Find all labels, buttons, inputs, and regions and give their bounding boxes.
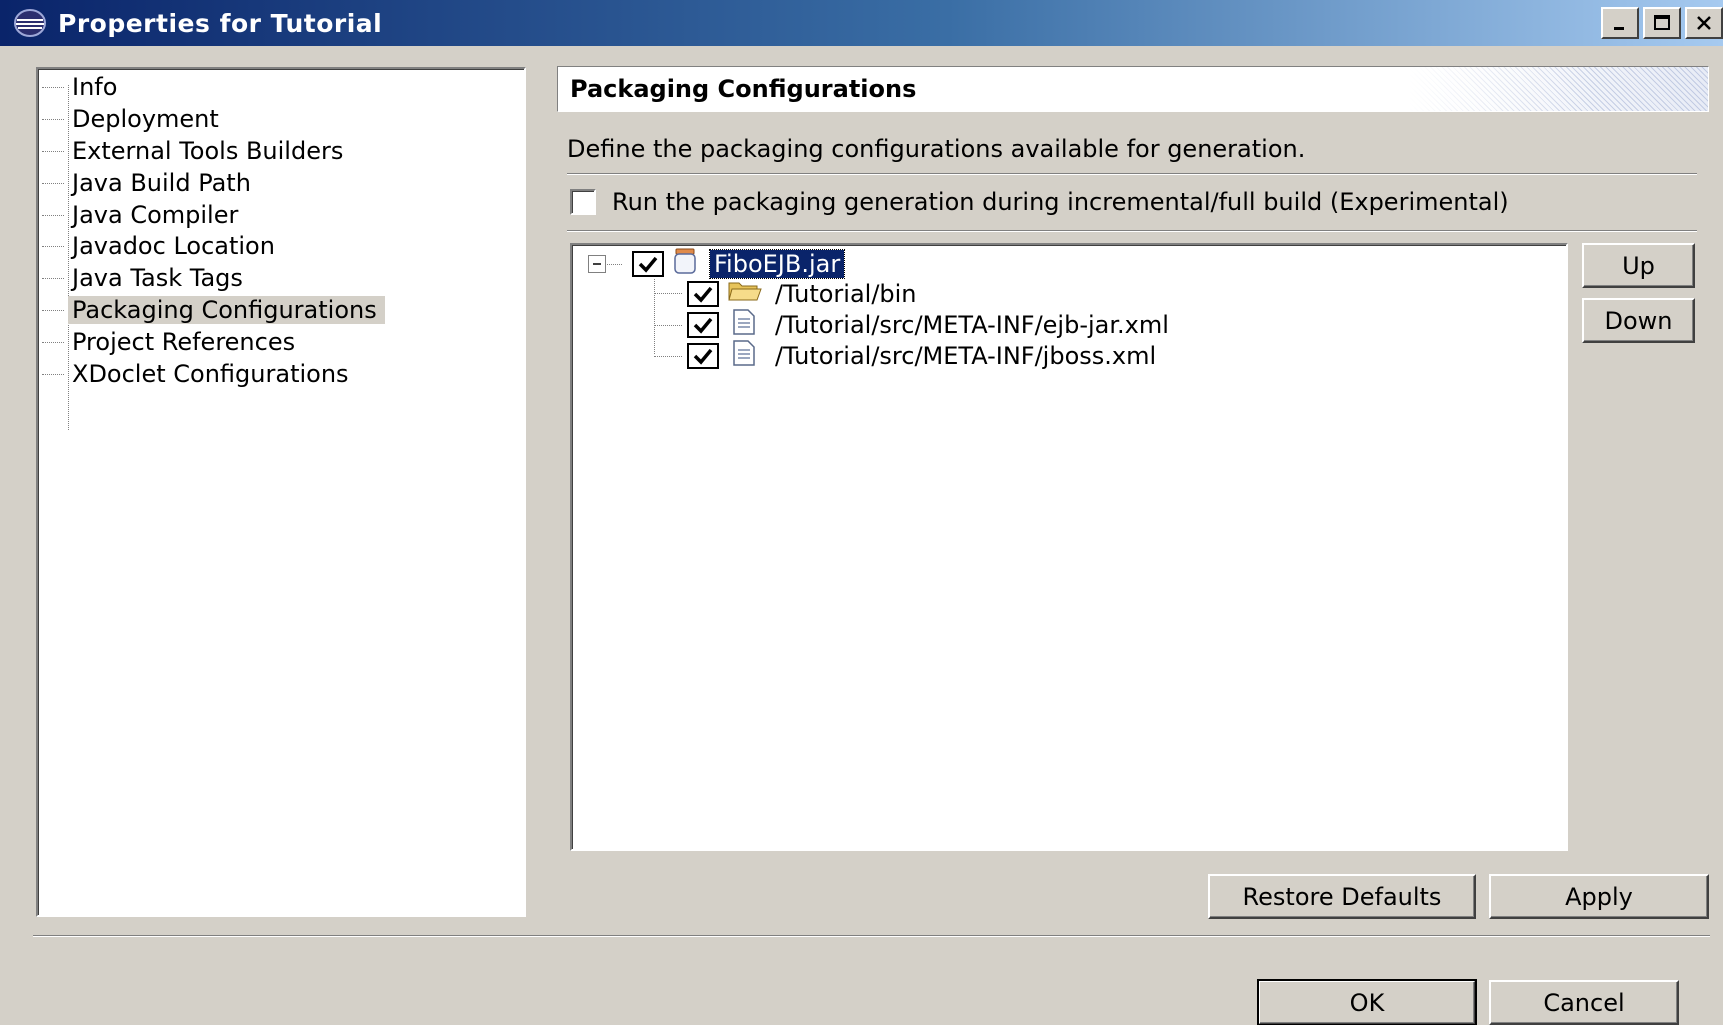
sidebar-item-javadoc-location[interactable]: Javadoc Location xyxy=(42,231,283,261)
cancel-button[interactable]: Cancel xyxy=(1489,980,1679,1025)
tree-node-label: /Tutorial/src/META-INF/ejb-jar.xml xyxy=(775,311,1169,339)
sidebar-item-label: Info xyxy=(72,73,118,101)
up-button[interactable]: Up xyxy=(1582,243,1695,288)
sidebar-item-packaging-configurations[interactable]: Packaging Configurations xyxy=(42,295,385,325)
tree-node-ejb-jar-xml[interactable]: /Tutorial/src/META-INF/ejb-jar.xml xyxy=(687,308,1169,342)
sidebar-item-label: Packaging Configurations xyxy=(68,296,385,324)
property-pages-tree[interactable]: Info Deployment External Tools Builders … xyxy=(36,67,526,917)
ok-button[interactable]: OK xyxy=(1257,979,1477,1025)
checkbox-root[interactable] xyxy=(632,251,664,277)
sidebar-item-xdoclet-configurations[interactable]: XDoclet Configurations xyxy=(42,359,357,389)
close-icon xyxy=(1697,16,1711,30)
checkbox-bin[interactable] xyxy=(687,281,719,307)
incremental-build-option[interactable]: Run the packaging generation during incr… xyxy=(570,188,1509,216)
tree-node-bin[interactable]: /Tutorial/bin xyxy=(687,279,917,309)
tree-node-root[interactable]: FiboEJB.jar xyxy=(632,247,846,281)
sidebar-item-deployment[interactable]: Deployment xyxy=(42,104,227,134)
tree-connector xyxy=(654,325,682,326)
sidebar-item-label: XDoclet Configurations xyxy=(72,360,349,388)
sidebar-item-java-task-tags[interactable]: Java Task Tags xyxy=(42,263,251,293)
header-decoration xyxy=(1408,67,1708,111)
sidebar-item-label: Java Build Path xyxy=(72,169,251,197)
minimize-icon xyxy=(1614,27,1624,30)
apply-button[interactable]: Apply xyxy=(1489,874,1709,919)
sidebar-item-label: Java Task Tags xyxy=(72,264,243,292)
check-icon xyxy=(693,317,713,334)
file-icon xyxy=(731,339,757,373)
down-button[interactable]: Down xyxy=(1582,298,1695,343)
sidebar-item-label: Javadoc Location xyxy=(72,232,275,260)
sidebar-item-java-compiler[interactable]: Java Compiler xyxy=(42,200,246,230)
sidebar-item-external-tools-builders[interactable]: External Tools Builders xyxy=(42,136,351,166)
check-icon xyxy=(693,348,713,365)
eclipse-app-icon[interactable] xyxy=(10,7,50,39)
sidebar-item-label: Deployment xyxy=(72,105,219,133)
divider xyxy=(567,173,1697,175)
checkbox-jboss-xml[interactable] xyxy=(687,343,719,369)
sidebar-item-info[interactable]: Info xyxy=(42,72,125,102)
tree-connector xyxy=(654,293,682,294)
incremental-build-label: Run the packaging generation during incr… xyxy=(612,188,1509,216)
tree-connector xyxy=(654,356,682,357)
collapse-toggle[interactable] xyxy=(588,255,606,273)
minus-icon xyxy=(593,263,601,265)
jar-icon xyxy=(672,247,698,281)
sidebar-item-label: External Tools Builders xyxy=(72,137,344,165)
checkbox-ejb-jar-xml[interactable] xyxy=(687,312,719,338)
check-icon xyxy=(693,286,713,303)
sidebar-item-java-build-path[interactable]: Java Build Path xyxy=(42,168,259,198)
dialog-divider xyxy=(33,935,1710,937)
packaging-tree[interactable]: FiboEJB.jar /Tutorial/bin /Tutorial/src/… xyxy=(570,243,1568,851)
page-header: Packaging Configurations xyxy=(557,66,1709,112)
tree-node-label: /Tutorial/src/META-INF/jboss.xml xyxy=(775,342,1157,370)
page-description: Define the packaging configurations avai… xyxy=(567,135,1306,163)
tree-node-label: /Tutorial/bin xyxy=(775,280,917,308)
sidebar-item-label: Java Compiler xyxy=(72,201,239,229)
restore-defaults-button[interactable]: Restore Defaults xyxy=(1208,874,1476,919)
incremental-build-checkbox[interactable] xyxy=(570,189,596,215)
maximize-icon xyxy=(1654,15,1670,30)
check-icon xyxy=(638,256,658,273)
sidebar-item-project-references[interactable]: Project References xyxy=(42,327,303,357)
divider xyxy=(567,230,1697,232)
minimize-button[interactable] xyxy=(1601,7,1639,39)
title-bar: Properties for Tutorial xyxy=(0,0,1723,46)
folder-icon xyxy=(727,279,763,309)
page-title: Packaging Configurations xyxy=(570,75,917,103)
tree-node-jboss-xml[interactable]: /Tutorial/src/META-INF/jboss.xml xyxy=(687,339,1157,373)
window-title: Properties for Tutorial xyxy=(58,8,383,38)
close-button[interactable] xyxy=(1685,7,1723,39)
tree-connector xyxy=(654,279,655,354)
maximize-button[interactable] xyxy=(1643,7,1681,39)
file-icon xyxy=(731,308,757,342)
tree-node-label: FiboEJB.jar xyxy=(708,249,846,279)
sidebar-item-label: Project References xyxy=(72,328,296,356)
